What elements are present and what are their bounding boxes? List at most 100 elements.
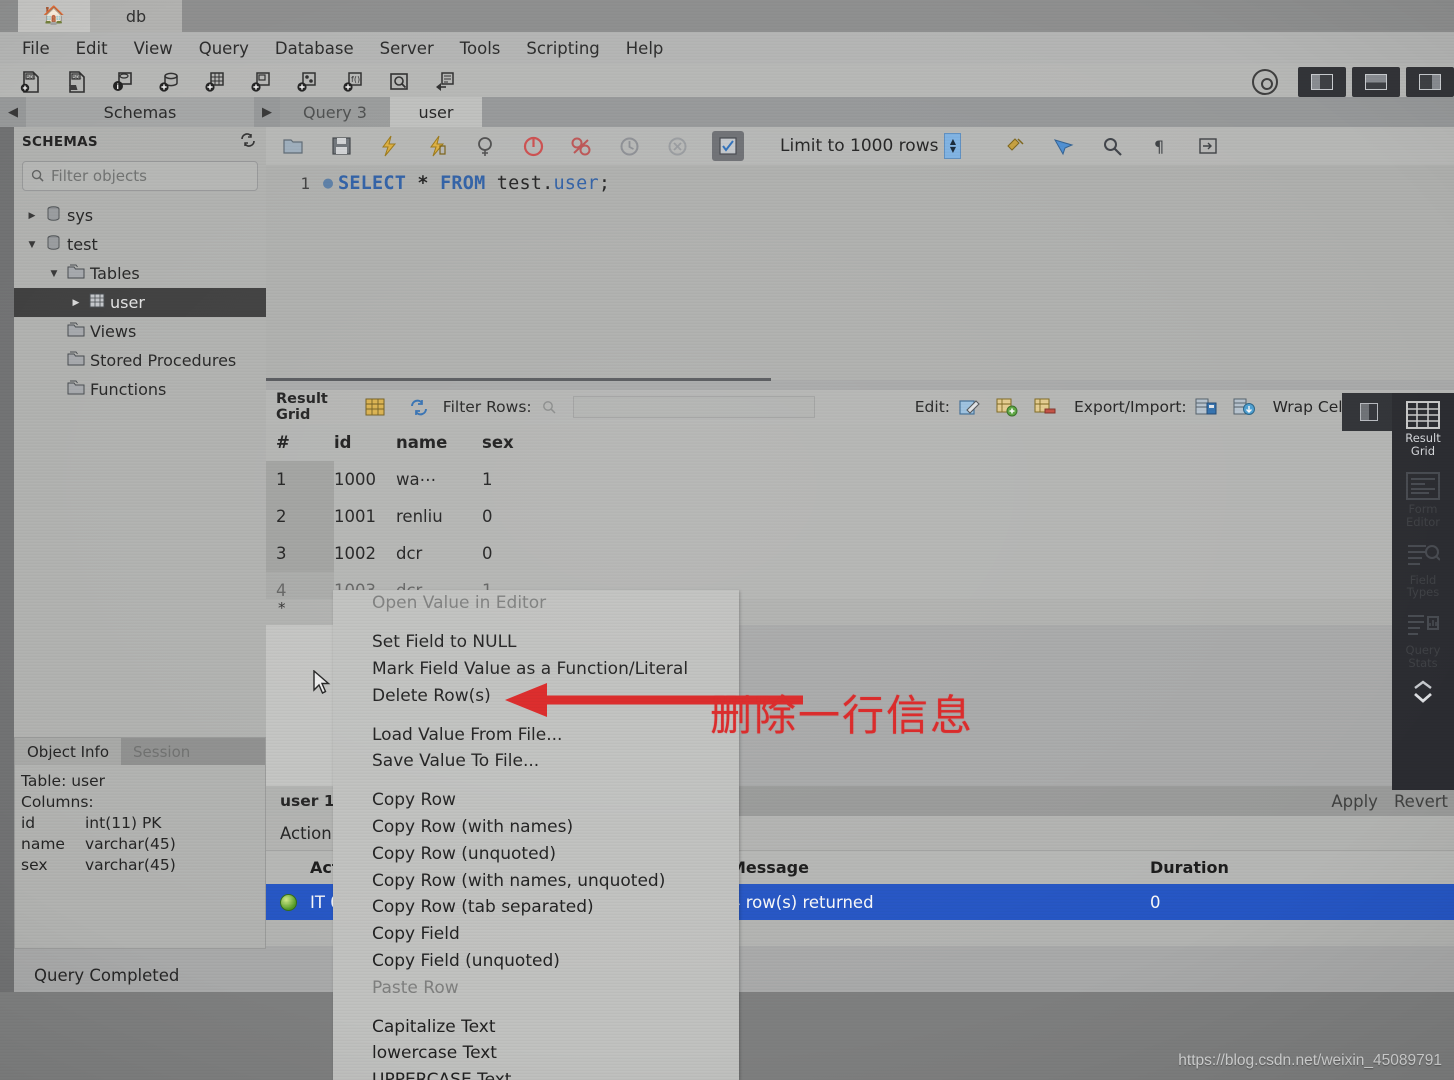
edit-cell-icon[interactable]	[958, 396, 980, 418]
menu-item-view[interactable]: View	[132, 38, 175, 59]
table-row[interactable]: 2 1001 renliu 0	[266, 498, 1454, 535]
reconnect-server-icon[interactable]	[430, 68, 460, 96]
context-menu-item-copy-row-unquoted[interactable]: Copy Row (unquoted)	[333, 840, 739, 867]
import-recordset-icon[interactable]	[1233, 396, 1255, 418]
twisty-expanded-icon[interactable]: ▼	[46, 269, 62, 279]
filter-rows-input[interactable]	[572, 396, 815, 418]
beautify-icon[interactable]	[1003, 133, 1029, 159]
grid-cell-name[interactable]: dcr	[396, 544, 482, 563]
context-menu-item-load-value-from-file[interactable]: Load Value From File...	[333, 721, 739, 748]
grid-cell-num[interactable]: 3	[266, 535, 334, 572]
grid-cell-id[interactable]: 1002	[334, 544, 396, 563]
search-data-icon[interactable]	[384, 68, 414, 96]
new-table-icon[interactable]	[200, 68, 230, 96]
context-menu-item-save-value-to-file[interactable]: Save Value To File...	[333, 748, 739, 775]
export-recordset-icon[interactable]	[1195, 396, 1217, 418]
refresh-results-icon[interactable]	[409, 396, 428, 418]
grid-cell-name[interactable]: wa⋯	[396, 470, 482, 489]
result-view-field-types[interactable]: Field Types	[1392, 535, 1454, 606]
limit-rows-selector[interactable]: Limit to 1000 rows ▲ ▼	[780, 133, 962, 159]
execute-icon[interactable]	[376, 133, 402, 159]
grid-cell-sex[interactable]: 1	[482, 470, 542, 489]
toggle-output-icon[interactable]	[1352, 67, 1400, 97]
toggle-autocommit-icon[interactable]	[712, 131, 744, 161]
context-menu-item-set-field-to-null[interactable]: Set Field to NULL	[333, 629, 739, 656]
context-menu-item-copy-row-with-names-unquoted[interactable]: Copy Row (with names, unquoted)	[333, 867, 739, 894]
wrap-lines-icon[interactable]	[1195, 133, 1221, 159]
toggle-secondary-sidebar-icon[interactable]	[1406, 67, 1454, 97]
context-menu-item-copy-row-tab-separated[interactable]: Copy Row (tab separated)	[333, 894, 739, 921]
grid-column-header[interactable]: id	[334, 433, 396, 452]
table-row[interactable]: 3 1002 dcr 0	[266, 535, 1454, 572]
new-function-icon[interactable]: f()	[338, 68, 368, 96]
result-view-query-stats[interactable]: Query Stats	[1392, 605, 1454, 676]
menu-item-tools[interactable]: Tools	[458, 38, 503, 59]
open-sql-script-icon[interactable]: SQL	[62, 68, 92, 96]
context-menu-item-copy-row[interactable]: Copy Row	[333, 787, 739, 814]
context-menu-item-lowercase-text[interactable]: lowercase Text	[333, 1040, 739, 1067]
result-view-form-editor[interactable]: Form Editor	[1392, 464, 1454, 535]
filter-objects-input[interactable]: Filter objects	[22, 161, 258, 191]
context-menu-item-uppercase-text[interactable]: UPPERCASE Text	[333, 1067, 739, 1080]
revert-button[interactable]: Revert	[1394, 792, 1448, 811]
toggle-stop-on-error-icon[interactable]	[568, 133, 594, 159]
table-row[interactable]: 1 1000 wa⋯ 1	[266, 461, 1454, 498]
sidebar-item-views[interactable]: Views	[14, 317, 266, 346]
find-icon[interactable]	[1051, 133, 1077, 159]
connection-tab-db[interactable]: db	[90, 0, 182, 32]
grid-column-header[interactable]: sex	[482, 433, 542, 452]
new-connection-icon[interactable]: i	[108, 68, 138, 96]
menu-item-help[interactable]: Help	[624, 38, 666, 59]
tabstrip-scroll-right[interactable]: ▶	[254, 97, 280, 127]
tab-query-3[interactable]: Query 3	[280, 97, 390, 127]
execute-current-statement-icon[interactable]	[424, 133, 450, 159]
sql-editor[interactable]: 1 ● SELECT * FROM test.user;	[266, 165, 1454, 380]
insert-row-icon[interactable]	[996, 396, 1018, 418]
toggle-sidebar-icon[interactable]	[1298, 67, 1346, 97]
grid-icon[interactable]	[365, 396, 385, 418]
stop-icon[interactable]	[520, 133, 546, 159]
sidebar-item-user[interactable]: ▶ user	[14, 288, 266, 317]
context-menu-item-mark-field-value-as-a-function-literal[interactable]: Mark Field Value as a Function/Literal	[333, 656, 739, 683]
twisty-collapsed-icon[interactable]: ▶	[68, 298, 84, 308]
search-icon[interactable]	[1099, 133, 1125, 159]
grid-cell-name[interactable]: renliu	[396, 507, 482, 526]
tab-object-info[interactable]: Object Info	[15, 738, 122, 765]
save-script-icon[interactable]	[328, 133, 354, 159]
context-menu-item-capitalize-text[interactable]: Capitalize Text	[333, 1013, 739, 1040]
toggle-result-panel-icon[interactable]	[1342, 393, 1396, 431]
sidebar-item-functions[interactable]: Functions	[14, 375, 266, 404]
menu-item-query[interactable]: Query	[197, 38, 251, 59]
sidebar-item-tables[interactable]: ▼ Tables	[14, 259, 266, 288]
editor-splitter[interactable]	[266, 378, 771, 381]
grid-cell-sex[interactable]: 0	[482, 544, 542, 563]
sidebar-item-sys[interactable]: ▶ sys	[14, 201, 266, 230]
grid-cell-id[interactable]: 1000	[334, 470, 396, 489]
result-grid[interactable]: # id name sex 1 1000 wa⋯ 1 2 1001 renliu 0 3 1002 dcr…	[266, 424, 1454, 599]
grid-cell-num[interactable]: 2	[266, 498, 334, 535]
context-menu-item-copy-row-with-names[interactable]: Copy Row (with names)	[333, 814, 739, 841]
new-sql-tab-icon[interactable]: SQL	[16, 68, 46, 96]
menu-item-scripting[interactable]: Scripting	[524, 38, 601, 59]
help-circle-icon[interactable]	[1252, 69, 1278, 95]
menu-item-file[interactable]: File	[20, 38, 52, 59]
grid-cell-id[interactable]: 1001	[334, 507, 396, 526]
new-stored-procedure-icon[interactable]	[292, 68, 322, 96]
limit-rows-spinner[interactable]: ▲ ▼	[944, 133, 962, 159]
home-tab[interactable]: 🏠	[18, 0, 90, 32]
menu-item-server[interactable]: Server	[378, 38, 436, 59]
new-view-icon[interactable]	[246, 68, 276, 96]
grid-cell-num[interactable]: 1	[266, 461, 334, 498]
grid-context-menu[interactable]: Open Value in Editor Set Field to NULL Mar…	[333, 590, 739, 1080]
grid-cell-sex[interactable]: 0	[482, 507, 542, 526]
result-view-result-grid[interactable]: Result Grid	[1392, 393, 1454, 464]
grid-cell-num[interactable]: 4	[266, 572, 334, 599]
context-menu-item-copy-field[interactable]: Copy Field	[333, 921, 739, 948]
invisible-chars-icon[interactable]: ¶	[1147, 133, 1173, 159]
tabstrip-scroll-left[interactable]: ◀	[0, 97, 26, 127]
grid-column-header[interactable]: #	[266, 433, 334, 452]
explain-icon[interactable]	[472, 133, 498, 159]
open-script-icon[interactable]	[280, 133, 306, 159]
sidebar-item-stored-procedures[interactable]: Stored Procedures	[14, 346, 266, 375]
commit-icon[interactable]	[616, 133, 642, 159]
